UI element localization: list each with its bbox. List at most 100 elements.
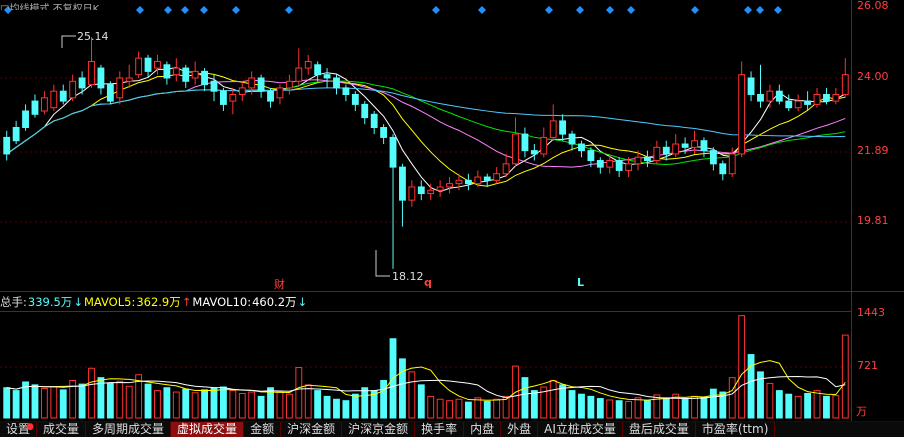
volume-bar xyxy=(333,398,340,419)
price-axis-line xyxy=(851,0,852,421)
candle-body xyxy=(596,160,604,168)
volume-bar xyxy=(3,387,11,419)
volume-bar xyxy=(530,390,538,419)
chart-title: □均线模式 不复权日K xyxy=(0,4,100,10)
candle-body xyxy=(408,186,416,201)
candle-body xyxy=(493,173,501,181)
volume-bar xyxy=(182,388,190,419)
candle-body xyxy=(3,136,11,155)
candle-body xyxy=(464,179,472,185)
volume-bar xyxy=(229,390,237,419)
volume-bar xyxy=(681,398,689,419)
candle-body xyxy=(163,64,171,79)
moving-average-lines xyxy=(6,35,846,277)
tab-0[interactable]: 设置 ● xyxy=(0,422,38,437)
volume-bar xyxy=(295,367,303,419)
tab-1[interactable]: 成交量 xyxy=(37,422,87,437)
candle-body xyxy=(229,93,237,102)
volume-bar xyxy=(578,393,585,419)
volume-bar xyxy=(276,391,284,419)
mavol5-value: 362.9万 xyxy=(136,295,181,309)
candle-body xyxy=(804,100,812,105)
volume-bar xyxy=(304,384,312,419)
candle-body xyxy=(285,80,293,89)
volume-bar xyxy=(285,393,293,419)
volume-bar xyxy=(832,395,840,419)
total-volume-value: 339.5万 xyxy=(27,295,73,309)
candle-body xyxy=(512,133,519,165)
volume-bar xyxy=(144,383,152,419)
candle-body xyxy=(144,57,152,72)
tab-9[interactable]: 外盘 xyxy=(501,422,539,437)
volume-bar xyxy=(154,390,161,419)
volume-bar xyxy=(521,377,529,419)
volume-bar xyxy=(747,354,755,419)
volume-bar xyxy=(700,396,708,419)
candle-body xyxy=(559,120,567,135)
tab-10[interactable]: AI立桩成交量 xyxy=(538,422,623,437)
event-diamonds xyxy=(4,6,782,14)
tab-5[interactable]: 沪深金额 xyxy=(281,422,343,437)
volume-bar xyxy=(587,395,595,419)
candle-body xyxy=(248,77,256,89)
event-diamond-icon xyxy=(627,6,635,14)
volume-bar xyxy=(493,398,501,419)
volume-bar xyxy=(59,389,67,419)
tab-6[interactable]: 沪深京金额 xyxy=(342,422,416,437)
tab-4[interactable]: 金额 xyxy=(244,422,282,437)
volume-bar xyxy=(644,400,651,419)
price-tick-3: 21.89 xyxy=(857,144,889,157)
tab-2[interactable]: 多周期成交量 xyxy=(86,422,172,437)
volume-bar xyxy=(804,392,812,419)
price-tick-1: 26.08 xyxy=(857,0,889,12)
volume-bar xyxy=(342,400,350,419)
tab-7[interactable]: 换手率 xyxy=(415,422,465,437)
event-diamond-icon xyxy=(181,6,189,14)
candle-body xyxy=(417,186,425,195)
candle-body xyxy=(380,127,388,138)
volume-bar xyxy=(408,371,416,419)
candle-body xyxy=(606,160,614,168)
candle-body xyxy=(757,93,764,102)
candle-body xyxy=(88,60,95,86)
volume-bar xyxy=(823,395,830,419)
candle-body xyxy=(59,90,67,102)
candle-body xyxy=(832,93,840,102)
candle-body xyxy=(191,70,199,79)
candle-body xyxy=(154,60,161,69)
event-diamond-icon xyxy=(136,6,144,14)
tab-12[interactable]: 市盈率(ttm) xyxy=(696,422,776,437)
tab-8[interactable]: 内盘 xyxy=(464,422,502,437)
candle-body xyxy=(12,127,20,142)
candle-body xyxy=(568,133,576,145)
candle-body xyxy=(22,110,29,129)
tab-3[interactable]: 虚拟成交量 xyxy=(171,422,245,437)
candle-body xyxy=(502,163,510,175)
volume-bar xyxy=(568,390,576,419)
candle-body xyxy=(785,100,793,109)
high-price-label: 25.14 xyxy=(77,30,109,43)
volume-bar xyxy=(483,400,491,419)
l-marker[interactable]: L xyxy=(577,276,584,289)
kline-chart[interactable] xyxy=(0,0,904,421)
candle-body xyxy=(446,183,453,188)
volume-bar xyxy=(691,395,698,419)
candle-body xyxy=(474,176,482,185)
candle-body xyxy=(691,140,698,148)
q-marker[interactable]: q xyxy=(424,276,432,289)
finance-marker[interactable]: 财 xyxy=(274,276,285,292)
price-tick-2: 24.00 xyxy=(857,70,889,83)
volume-bar xyxy=(738,315,746,419)
candle-body xyxy=(78,77,86,89)
candle-body xyxy=(351,93,359,105)
low-leader-line xyxy=(375,250,390,277)
candle-body xyxy=(483,176,491,181)
tab-11[interactable]: 盘后成交量 xyxy=(623,422,696,437)
candle-body xyxy=(342,87,350,95)
candle-body xyxy=(201,70,208,86)
candle-body xyxy=(135,57,143,76)
candle-body xyxy=(238,87,246,95)
candle-body xyxy=(304,60,312,69)
candle-body xyxy=(50,90,58,109)
candle-body xyxy=(210,80,218,92)
